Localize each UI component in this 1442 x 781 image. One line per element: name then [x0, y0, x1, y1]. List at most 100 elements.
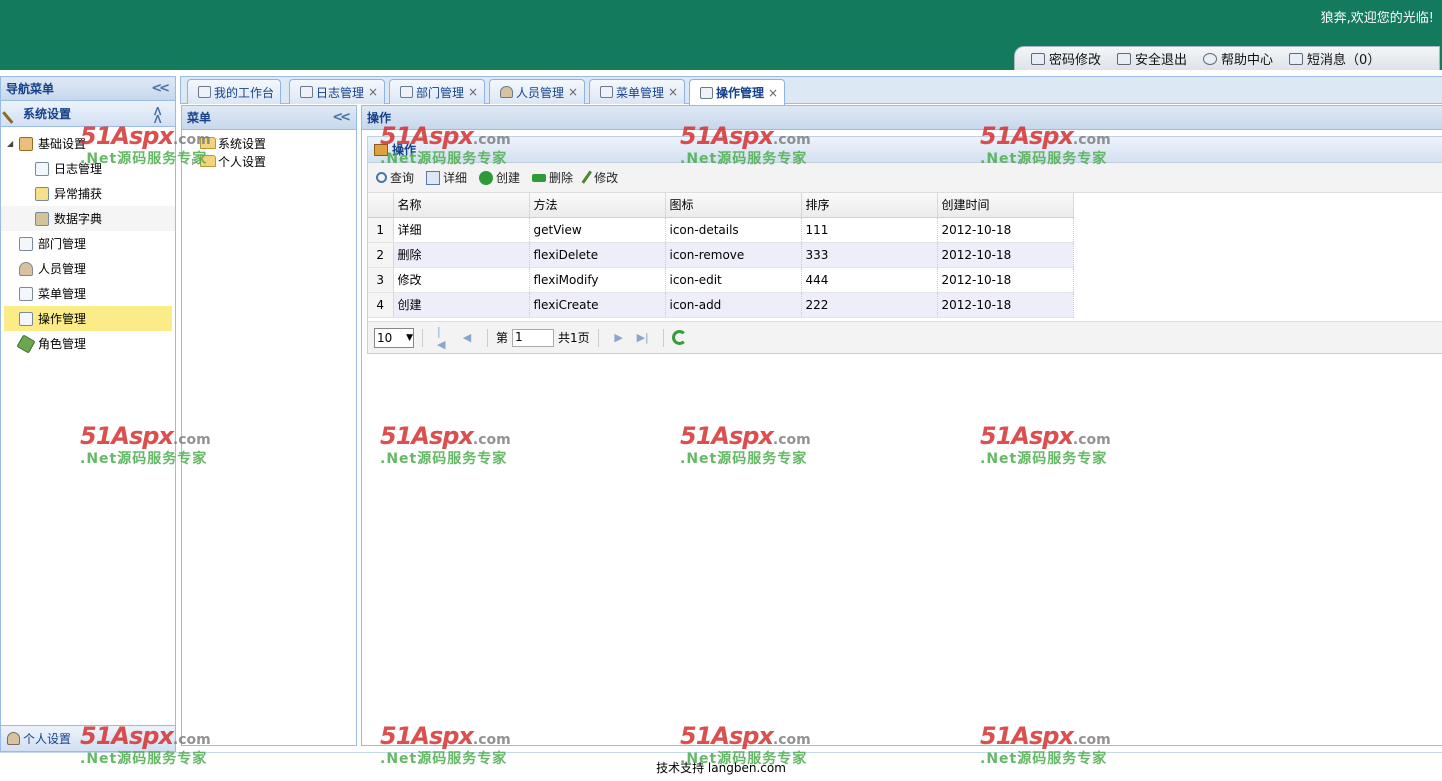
- operation-icon: [700, 86, 713, 99]
- page-prefix: 第: [496, 331, 509, 345]
- menu-tree-panel: 菜单 << 系统设置 ▷ 个人设置: [181, 105, 357, 746]
- column-header-sort[interactable]: 排序: [801, 193, 938, 218]
- cell-icon: icon-details: [665, 217, 802, 243]
- logout-link[interactable]: 安全退出: [1117, 49, 1187, 68]
- last-page-icon[interactable]: ▶|: [637, 331, 649, 344]
- top-links-bar: 密码修改 安全退出 帮助中心 短消息（0）: [1014, 46, 1440, 70]
- collapse-left-icon[interactable]: <<: [151, 81, 170, 96]
- details-button[interactable]: 详细: [426, 169, 467, 186]
- prev-page-icon[interactable]: ◀: [461, 331, 473, 344]
- close-icon[interactable]: ×: [368, 85, 378, 99]
- table-row[interactable]: 4 创建 flexiCreate icon-add 222 2012-10-18: [368, 292, 1074, 318]
- nav-personal-settings[interactable]: 个人设置: [1, 725, 175, 751]
- expand-toggle-icon[interactable]: ◢: [7, 139, 13, 148]
- cell-sort: 222: [801, 292, 938, 318]
- tree-node-data-dictionary[interactable]: 数据字典: [1, 206, 175, 231]
- menu-tree: 系统设置 ▷ 个人设置: [182, 130, 356, 170]
- close-icon[interactable]: ×: [468, 85, 478, 99]
- app-header: 狼奔,欢迎您的光临! 密码修改 安全退出 帮助中心 短消息（0）: [0, 0, 1442, 70]
- tree-node-menu[interactable]: 菜单管理: [1, 281, 175, 306]
- department-icon: [19, 236, 33, 251]
- page-number-input[interactable]: 1: [512, 328, 555, 347]
- folder-icon: [200, 155, 216, 167]
- dictionary-icon: [35, 211, 49, 226]
- tree-node-log-management[interactable]: 日志管理: [1, 156, 175, 181]
- nav-tree: ◢ 基础设置 日志管理 异常捕获 数据字典 部门管理 人员管理 菜单管理 操作管…: [1, 127, 175, 356]
- tree-folder-system-settings[interactable]: 系统设置: [192, 134, 356, 152]
- first-page-icon[interactable]: |◀: [437, 325, 449, 351]
- column-header-icon[interactable]: 图标: [665, 193, 802, 218]
- operation-icon: [19, 311, 33, 326]
- tab-menu-management[interactable]: 菜单管理 ×: [589, 79, 686, 104]
- content-header: 操作: [362, 106, 1442, 130]
- tree-node-exception-capture[interactable]: 异常捕获: [1, 181, 175, 206]
- tree-folder-personal-settings[interactable]: ▷ 个人设置: [192, 152, 356, 170]
- close-icon[interactable]: ×: [668, 85, 678, 99]
- cell-name: 删除: [393, 242, 530, 268]
- tab-operation-management[interactable]: 操作管理 ×: [689, 79, 786, 105]
- page-size-select[interactable]: 10 ▼: [374, 327, 414, 348]
- user-icon: [500, 86, 513, 98]
- cell-icon: icon-edit: [665, 267, 802, 293]
- tree-node-operation[interactable]: 操作管理: [4, 306, 172, 331]
- refresh-icon[interactable]: [671, 330, 687, 345]
- cell-icon: icon-add: [665, 292, 802, 318]
- column-header-name[interactable]: 名称: [393, 193, 530, 218]
- cell-icon: icon-remove: [665, 242, 802, 268]
- operation-grid: 操作 查询 详细 创建 删除 修改 名称 方法 图标 排序 创建时间 1 详细 …: [367, 136, 1442, 354]
- content-panel: 操作 操作 查询 详细 创建 删除 修改 名称 方法 图标 排序 创建时间 1 …: [361, 105, 1442, 746]
- expand-arrow-icon[interactable]: ▷: [192, 157, 200, 166]
- change-password-link[interactable]: 密码修改: [1031, 49, 1101, 68]
- column-header-method[interactable]: 方法: [529, 193, 666, 218]
- cell-method: flexiCreate: [529, 292, 666, 318]
- tab-log-management[interactable]: 日志管理 ×: [289, 79, 386, 104]
- modify-button[interactable]: 修改: [581, 169, 618, 186]
- row-number-header: [368, 193, 394, 218]
- query-button[interactable]: 查询: [376, 169, 414, 186]
- nav-title: 导航菜单: [6, 82, 55, 96]
- column-header-created[interactable]: 创建时间: [937, 193, 1074, 218]
- create-button[interactable]: 创建: [479, 169, 520, 186]
- tab-personnel-management[interactable]: 人员管理 ×: [489, 79, 586, 104]
- tree-node-department[interactable]: 部门管理: [1, 231, 175, 256]
- cell-name: 创建: [393, 292, 530, 318]
- tree-node-personnel[interactable]: 人员管理: [1, 256, 175, 281]
- role-icon: [16, 333, 36, 354]
- home-icon: [198, 86, 211, 98]
- wrench-icon: [2, 103, 22, 124]
- cell-name: 详细: [393, 217, 530, 243]
- tab-bar: 我的工作台 日志管理 × 部门管理 × 人员管理 × 菜单管理 × 操作管理 ×: [180, 76, 1442, 105]
- collapse-left-icon[interactable]: <<: [332, 110, 351, 125]
- message-icon: [1289, 52, 1304, 65]
- details-icon: [426, 170, 441, 185]
- close-icon[interactable]: ×: [568, 85, 578, 99]
- pager-divider: [422, 328, 423, 347]
- table-row[interactable]: 1 详细 getView icon-details 111 2012-10-18: [368, 217, 1074, 243]
- user-icon: [19, 261, 33, 276]
- grid-title: 操作: [368, 137, 1442, 163]
- tree-node-role[interactable]: 角色管理: [1, 331, 175, 356]
- tab-workbench[interactable]: 我的工作台: [187, 79, 282, 104]
- table-row[interactable]: 2 删除 flexiDelete icon-remove 333 2012-10…: [368, 242, 1074, 268]
- grid-pager: 10 ▼ |◀ ◀ 第 1 共1页 ▶ ▶|: [368, 321, 1442, 353]
- tab-department-management[interactable]: 部门管理 ×: [389, 79, 486, 104]
- collapse-up-icon[interactable]: <<: [150, 106, 165, 122]
- book-icon: [19, 136, 33, 151]
- tree-node-basic-settings[interactable]: ◢ 基础设置: [1, 131, 175, 156]
- table-row[interactable]: 3 修改 flexiModify icon-edit 444 2012-10-1…: [368, 267, 1074, 293]
- cell-name: 修改: [393, 267, 530, 293]
- page-footer: 技术支持 langben.com: [0, 752, 1442, 781]
- operation-icon: [374, 143, 388, 156]
- messages-link[interactable]: 短消息（0）: [1289, 49, 1380, 68]
- close-icon[interactable]: ×: [768, 86, 778, 100]
- next-page-icon[interactable]: ▶: [613, 331, 625, 344]
- help-center-link[interactable]: 帮助中心: [1203, 49, 1273, 68]
- remove-icon: [532, 173, 547, 182]
- cell-sort: 111: [801, 217, 938, 243]
- cell-created: 2012-10-18: [937, 242, 1074, 268]
- nav-section-system[interactable]: 系统设置 <<: [1, 101, 175, 127]
- help-icon: [1203, 52, 1218, 65]
- delete-button[interactable]: 删除: [532, 169, 573, 186]
- pager-divider: [487, 328, 488, 347]
- log-icon: [35, 161, 49, 176]
